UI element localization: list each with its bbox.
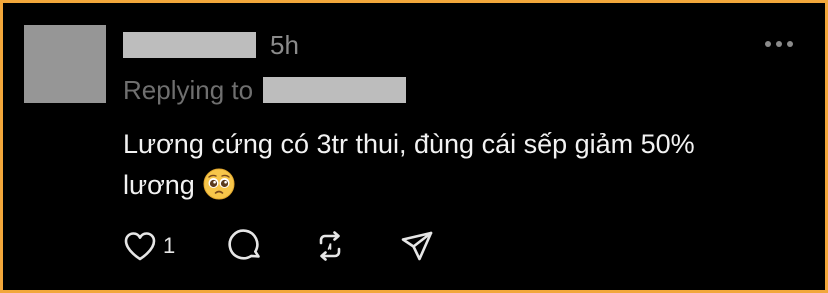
more-horizontal-icon bbox=[765, 41, 771, 47]
repost-icon bbox=[319, 231, 341, 261]
replying-to-label: Replying to bbox=[123, 74, 254, 105]
pleading-face-icon bbox=[203, 168, 235, 200]
more-options-button[interactable] bbox=[765, 41, 793, 47]
post-body-line-2: lương bbox=[123, 165, 803, 206]
more-horizontal-icon-dot bbox=[787, 41, 793, 47]
post-body: Lương cứng có 3tr thui, đùng cái sếp giả… bbox=[123, 124, 803, 206]
username-redacted[interactable] bbox=[123, 32, 256, 58]
replying-to-line: Replying to bbox=[123, 72, 407, 108]
share-button[interactable] bbox=[399, 229, 435, 263]
like-button[interactable]: 1 bbox=[123, 230, 175, 262]
replied-username-redacted[interactable] bbox=[263, 77, 407, 103]
post-body-line-2-text: lương bbox=[123, 170, 195, 200]
avatar[interactable] bbox=[24, 25, 106, 103]
action-bar: 1 bbox=[123, 227, 435, 265]
more-horizontal-icon-dot bbox=[776, 41, 782, 47]
comment-button[interactable] bbox=[227, 229, 263, 263]
repost-button[interactable] bbox=[313, 229, 347, 263]
share-icon bbox=[401, 231, 433, 261]
post-body-line-1: Lương cứng có 3tr thui, đùng cái sếp giả… bbox=[123, 129, 695, 159]
post-card: 5h Replying to Lương cứng có 3tr thui, đ… bbox=[0, 0, 828, 293]
timestamp: 5h bbox=[270, 29, 299, 60]
post-header: 5h bbox=[123, 25, 299, 65]
like-count: 1 bbox=[163, 233, 176, 258]
heart-icon bbox=[124, 232, 156, 261]
comment-icon bbox=[228, 229, 261, 260]
